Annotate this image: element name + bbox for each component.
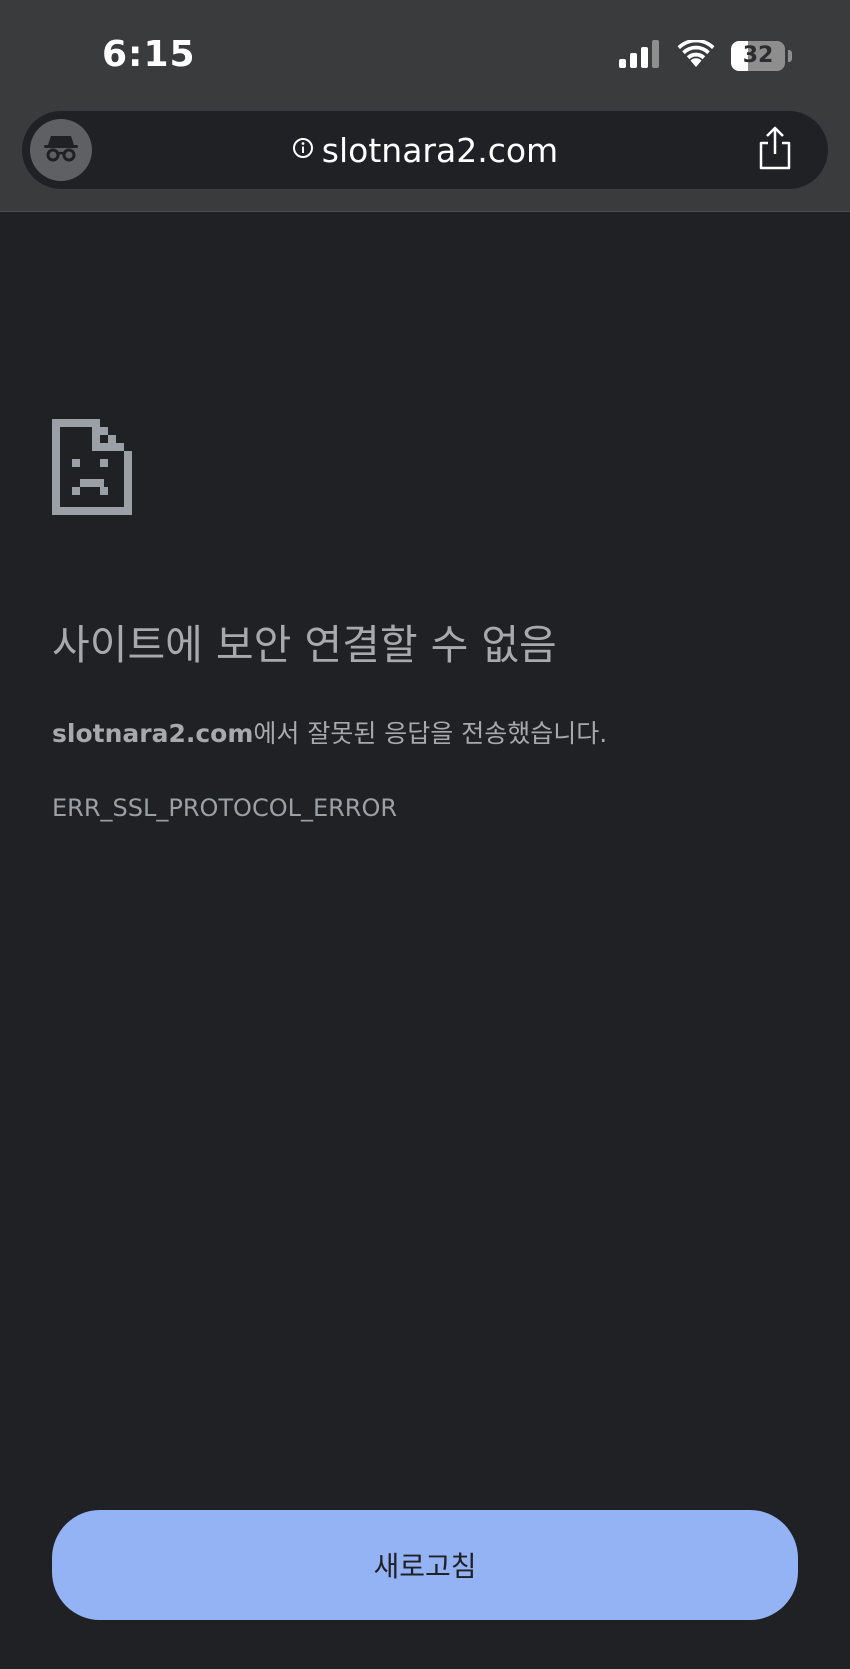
browser-screen: 6:15 32 slotnara2.com 사이트에 보안 연결할 수 없음 s… — [0, 0, 850, 1669]
url-text[interactable]: slotnara2.com — [322, 131, 558, 170]
reload-button[interactable]: 새로고침 — [52, 1510, 798, 1620]
sad-page-icon — [52, 419, 132, 519]
wifi-icon — [677, 38, 715, 72]
error-title: 사이트에 보안 연결할 수 없음 — [52, 621, 557, 669]
url-display: slotnara2.com — [22, 111, 828, 189]
error-domain: slotnara2.com — [52, 719, 254, 748]
incognito-button[interactable] — [30, 119, 92, 181]
browser-top-chrome: 6:15 32 slotnara2.com — [0, 0, 850, 212]
error-message: 에서 잘못된 응답을 전송했습니다. — [253, 719, 608, 748]
battery-nub — [788, 50, 792, 62]
error-detail: slotnara2.com에서 잘못된 응답을 전송했습니다. — [52, 714, 798, 750]
share-icon — [757, 126, 793, 174]
share-button[interactable] — [750, 125, 800, 175]
address-bar[interactable]: slotnara2.com — [22, 111, 828, 189]
incognito-icon — [42, 133, 80, 167]
battery-level: 32 — [742, 43, 774, 68]
status-icons: 32 — [619, 38, 792, 72]
error-code[interactable]: ERR_SSL_PROTOCOL_ERROR — [52, 794, 397, 822]
status-time: 6:15 — [102, 34, 196, 75]
cellular-signal-icon — [619, 40, 661, 72]
site-info-icon[interactable] — [292, 137, 314, 163]
battery-icon: 32 — [731, 41, 785, 71]
